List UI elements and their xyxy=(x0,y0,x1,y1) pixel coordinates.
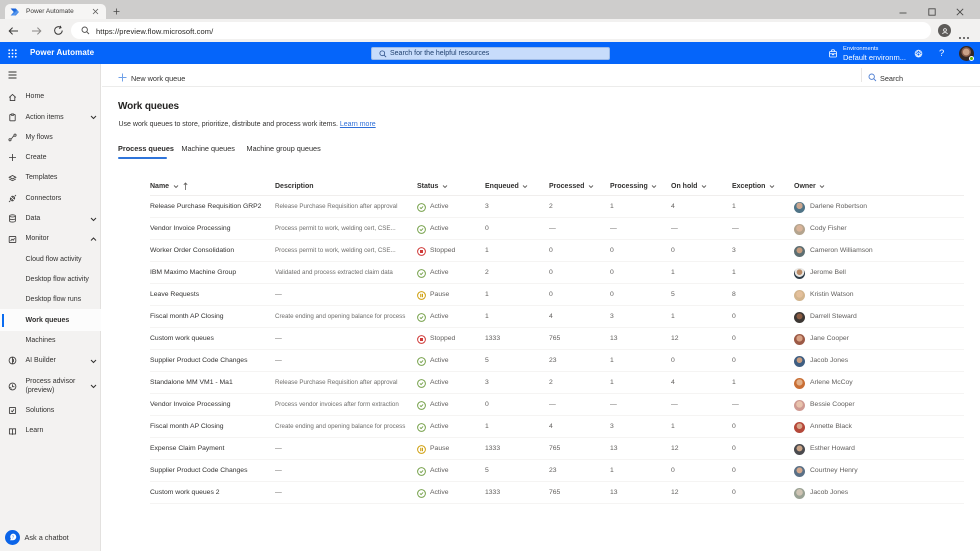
svg-text:?: ? xyxy=(11,535,14,540)
